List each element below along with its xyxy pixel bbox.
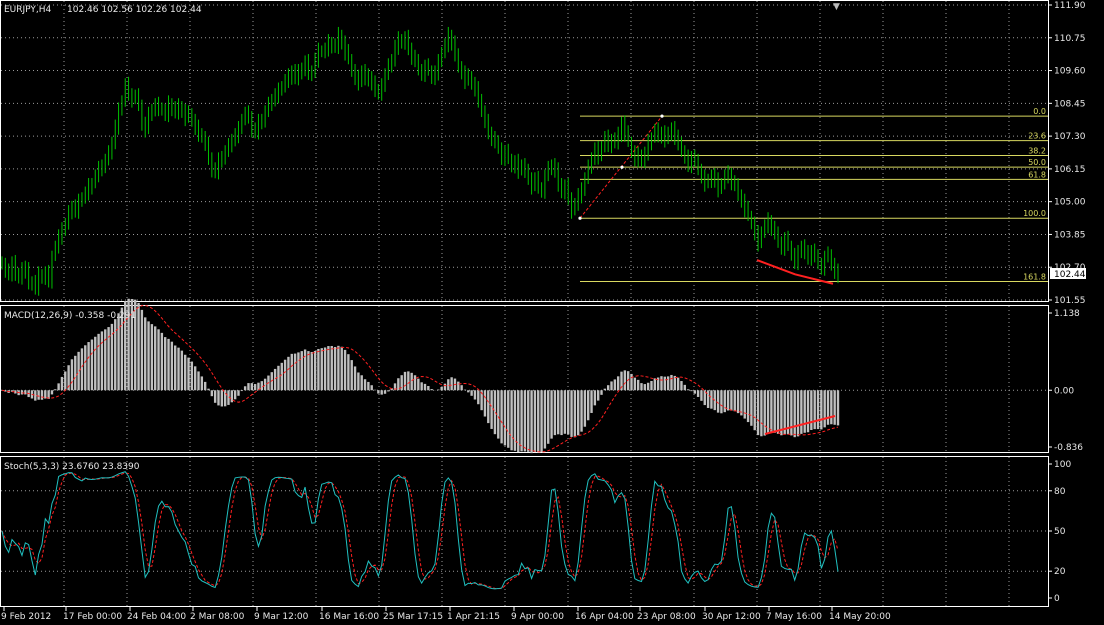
price-panel[interactable]: 0.023.638.250.061.8100.0161.8 EURJPY,H4 … bbox=[0, 0, 1087, 307]
price-y-label: 107.30 bbox=[1054, 132, 1086, 142]
stoch-y-label: 0 bbox=[1054, 594, 1060, 604]
time-label: 9 Mar 12:00 bbox=[254, 612, 309, 622]
price-y-label: 105.00 bbox=[1054, 198, 1086, 208]
stoch-y-axis: 100 80 50 20 0 bbox=[1048, 460, 1071, 604]
time-label: 9 Feb 2012 bbox=[1, 612, 51, 622]
time-axis: 9 Feb 2012 17 Feb 00:00 24 Feb 04:00 2 Mar … bbox=[1, 606, 891, 622]
current-price-marker: 102.44 bbox=[1050, 268, 1086, 280]
price-y-label: 110.75 bbox=[1054, 34, 1086, 44]
fib-anchor-point[interactable] bbox=[660, 114, 664, 118]
stoch-panel[interactable]: Stoch(5,3,3) 23.6760 23.8390 100 80 50 20 0 bbox=[0, 456, 1072, 607]
time-label: 16 Apr 04:00 bbox=[575, 612, 634, 622]
stoch-y-label: 100 bbox=[1054, 460, 1071, 470]
time-label: 14 May 20:00 bbox=[829, 612, 891, 622]
time-label: 24 Feb 04:00 bbox=[127, 612, 186, 622]
ohlc-header: 102.46 102.56 102.26 102.44 bbox=[67, 5, 202, 15]
price-y-label: 106.15 bbox=[1054, 165, 1086, 175]
fib-level-label: 50.0 bbox=[1028, 158, 1046, 167]
price-y-label: 109.60 bbox=[1054, 67, 1086, 77]
fib-anchor-point[interactable] bbox=[578, 216, 582, 220]
stoch-title: Stoch(5,3,3) 23.6760 23.8390 bbox=[4, 462, 140, 472]
fib-anchor-point[interactable] bbox=[620, 165, 624, 169]
time-label: 7 May 16:00 bbox=[766, 612, 822, 622]
fib-level-label: 0.0 bbox=[1033, 107, 1046, 116]
time-label: 1 Apr 21:15 bbox=[447, 612, 500, 622]
stoch-y-label: 80 bbox=[1054, 487, 1066, 497]
trading-chart[interactable]: 0.023.638.250.061.8100.0161.8 EURJPY,H4 … bbox=[0, 0, 1104, 625]
price-y-label: 108.45 bbox=[1054, 99, 1086, 109]
chart-shift-icon[interactable]: ▼ bbox=[833, 2, 840, 12]
time-label: 25 Mar 17:15 bbox=[383, 612, 443, 622]
stoch-y-label: 50 bbox=[1054, 527, 1066, 537]
fib-level-label: 100.0 bbox=[1023, 209, 1046, 218]
macd-y-label: 0.00 bbox=[1054, 386, 1074, 396]
macd-histogram bbox=[4, 298, 840, 454]
price-panel-frame bbox=[0, 0, 1049, 302]
fibonacci-retracement[interactable]: 0.0 23.6 38.2 50.0 61.8 100.0 161.8 bbox=[578, 107, 1048, 282]
time-label: 17 Feb 00:00 bbox=[63, 612, 122, 622]
time-label: 2 Mar 08:00 bbox=[190, 612, 245, 622]
stoch-signal-line bbox=[1, 472, 839, 590]
fib-level-label: 38.2 bbox=[1028, 146, 1046, 155]
time-label: 23 Apr 08:00 bbox=[637, 612, 696, 622]
time-label: 9 Apr 00:00 bbox=[511, 612, 564, 622]
macd-y-axis: 1.138 0.00 -0.836 bbox=[1048, 309, 1083, 453]
fib-level-label: 23.6 bbox=[1028, 132, 1046, 141]
macd-y-label: -0.836 bbox=[1054, 443, 1083, 453]
time-label: 30 Apr 12:00 bbox=[702, 612, 761, 622]
price-grid bbox=[1, 1, 1048, 301]
price-y-label: 101.55 bbox=[1054, 296, 1086, 306]
macd-y-label: 1.138 bbox=[1054, 309, 1080, 319]
price-y-label: 103.85 bbox=[1054, 230, 1086, 240]
macd-panel[interactable]: MACD(12,26,9) -0.358 -0.291 1.138 0.00 -0.… bbox=[0, 298, 1084, 454]
price-y-label: 111.90 bbox=[1054, 1, 1086, 11]
fib-level-label: 161.8 bbox=[1023, 272, 1046, 281]
price-y-axis: 111.90 110.75 109.60 108.45 107.30 106.15 105.… bbox=[1048, 1, 1086, 306]
symbol-title: EURJPY,H4 bbox=[4, 5, 52, 15]
current-price-label: 102.44 bbox=[1054, 270, 1086, 280]
fib-level-label: 61.8 bbox=[1028, 170, 1046, 179]
macd-title: MACD(12,26,9) -0.358 -0.291 bbox=[4, 311, 136, 321]
stoch-y-label: 20 bbox=[1054, 567, 1066, 577]
time-label: 16 Mar 16:00 bbox=[319, 612, 379, 622]
